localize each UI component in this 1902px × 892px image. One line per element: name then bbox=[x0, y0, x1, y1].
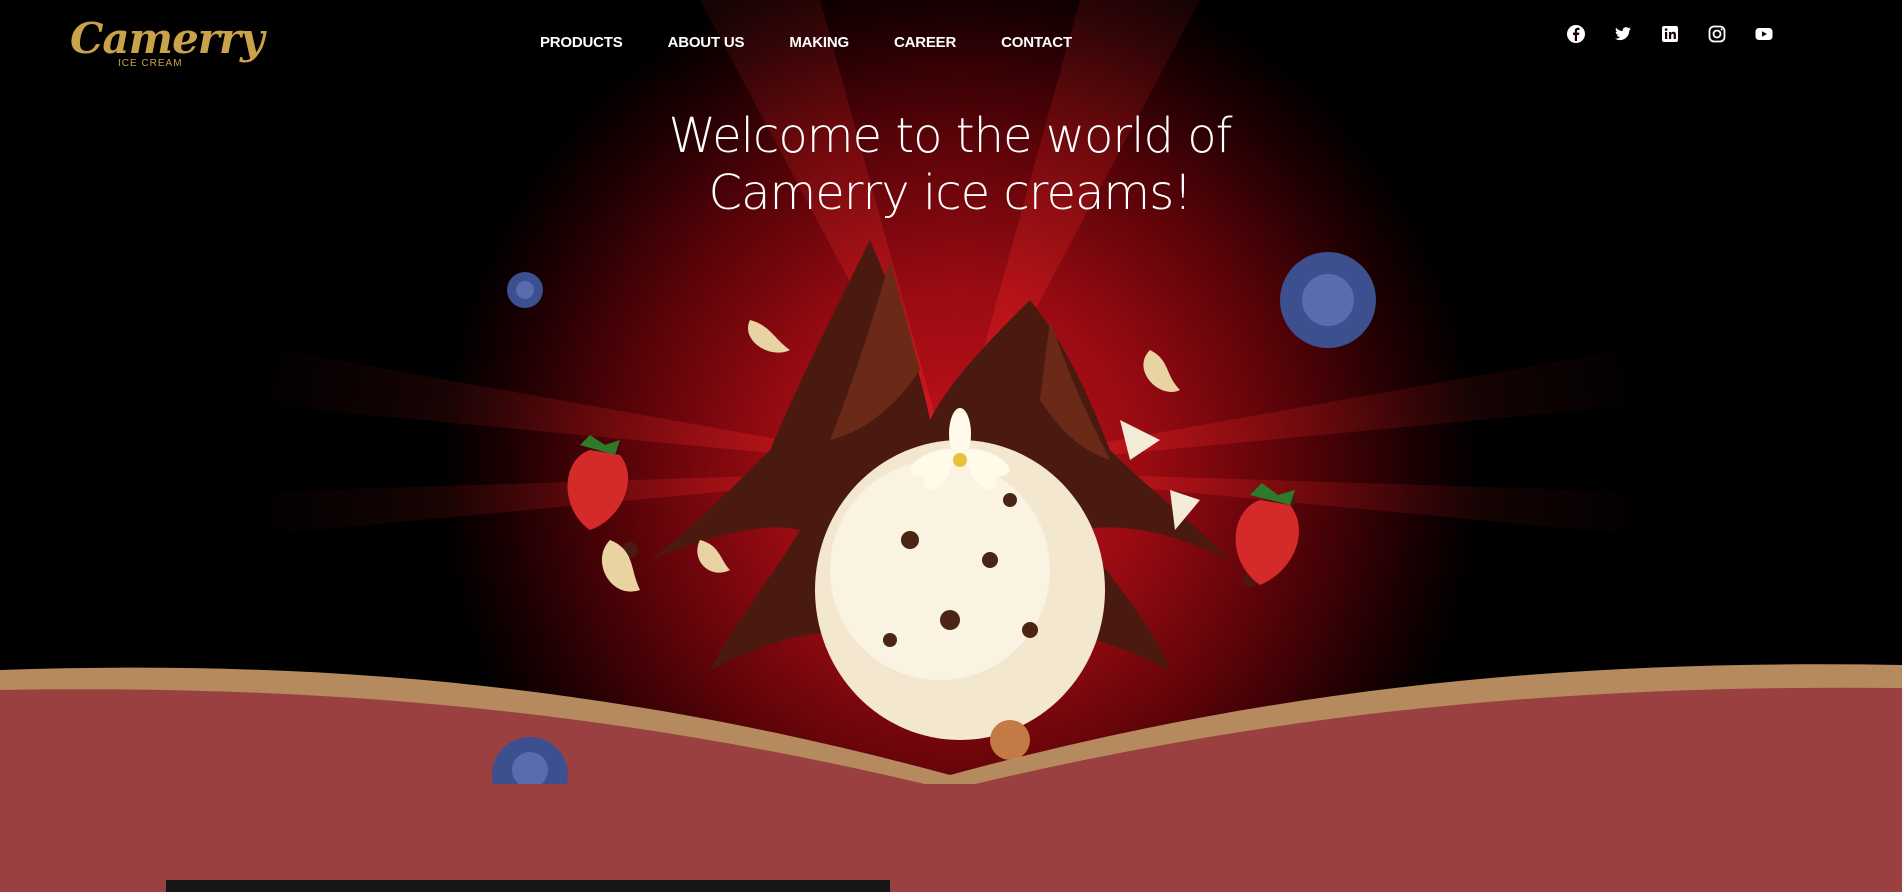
nav-products[interactable]: PRODUCTS bbox=[540, 34, 623, 51]
facebook-icon[interactable] bbox=[1566, 24, 1586, 44]
hero-headline-line2: Camerry ice creams! bbox=[708, 165, 1193, 221]
social-links bbox=[1566, 24, 1801, 44]
brand-tagline: ICE CREAM bbox=[118, 58, 183, 69]
linkedin-icon[interactable] bbox=[1660, 24, 1680, 44]
nav-career[interactable]: CAREER bbox=[894, 34, 956, 51]
instagram-icon[interactable] bbox=[1707, 24, 1727, 44]
nav-making[interactable]: MAKING bbox=[789, 34, 849, 51]
brand-logo[interactable]: Camerry ICE CREAM bbox=[70, 14, 264, 74]
nav-contact[interactable]: CONTACT bbox=[1001, 34, 1072, 51]
brand-logo-text: Camerry bbox=[70, 14, 264, 63]
content-card bbox=[166, 880, 890, 892]
decorative-wave bbox=[0, 664, 1902, 790]
site-header: Camerry ICE CREAM PRODUCTS ABOUT US MAKI… bbox=[0, 0, 1902, 90]
blueberry-image bbox=[492, 737, 568, 785]
hero-headline-line1: Welcome to the world of bbox=[668, 108, 1233, 164]
twitter-icon[interactable] bbox=[1613, 24, 1633, 44]
main-nav: PRODUCTS ABOUT US MAKING CAREER CONTACT bbox=[540, 34, 1117, 51]
content-band bbox=[0, 784, 1902, 892]
youtube-icon[interactable] bbox=[1754, 24, 1774, 44]
hero-headline: Welcome to the world of Camerry ice crea… bbox=[560, 108, 1340, 222]
nav-about-us[interactable]: ABOUT US bbox=[668, 34, 745, 51]
